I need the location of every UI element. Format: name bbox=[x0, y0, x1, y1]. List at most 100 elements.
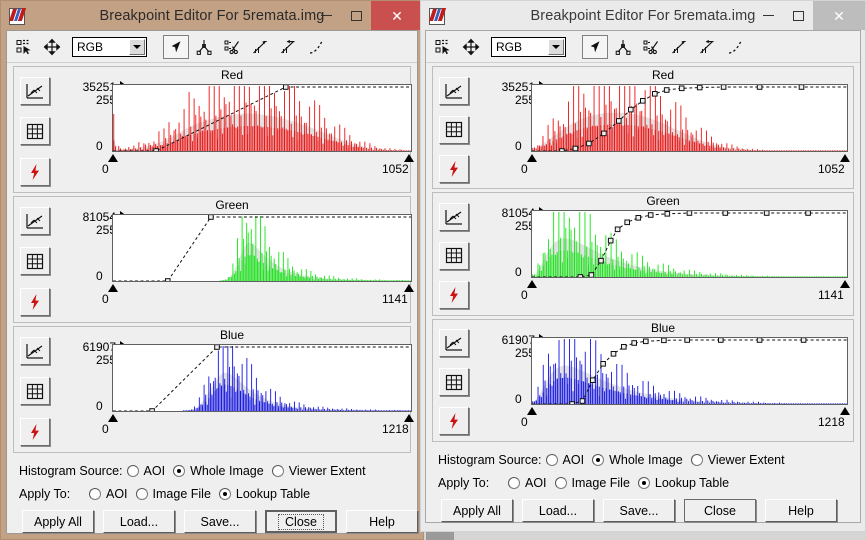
add-breakpoint-icon[interactable] bbox=[191, 34, 217, 59]
line-up-left-icon[interactable] bbox=[694, 34, 720, 59]
save-button[interactable]: Save... bbox=[603, 499, 675, 522]
table-grid-icon[interactable] bbox=[20, 247, 50, 276]
x-min-label: 0 bbox=[102, 162, 109, 176]
line-up-left-icon[interactable] bbox=[275, 34, 301, 59]
lightning-bolt-icon[interactable] bbox=[20, 417, 50, 446]
lightning-bolt-icon[interactable] bbox=[20, 157, 50, 186]
histogram-plot[interactable] bbox=[112, 84, 412, 152]
graph-curve-icon[interactable] bbox=[439, 202, 469, 231]
line-up-right-icon[interactable] bbox=[247, 34, 273, 59]
dashed-curve-icon[interactable] bbox=[722, 34, 748, 59]
radio-label: Viewer Extent bbox=[707, 452, 785, 467]
apply-all-button[interactable]: Apply All bbox=[441, 499, 513, 522]
graph-curve-icon[interactable] bbox=[20, 77, 50, 106]
window-breakpoint-editor-active[interactable]: Breakpoint Editor For 5remata.img ✕ RGB … bbox=[0, 0, 424, 540]
close-dialog-button[interactable]: Close bbox=[684, 499, 756, 522]
lightning-bolt-icon[interactable] bbox=[439, 407, 469, 436]
move-arrows-icon[interactable] bbox=[39, 34, 65, 59]
scissors-cut-icon[interactable] bbox=[219, 34, 245, 59]
chevron-down-icon[interactable] bbox=[129, 38, 145, 55]
radio-label: Image File bbox=[571, 475, 630, 490]
close-button[interactable]: ✕ bbox=[371, 1, 423, 30]
histogram-panels: Red 35251 255 0 0 1052 Green 81054 255 0… bbox=[426, 63, 860, 442]
lightning-bolt-icon[interactable] bbox=[439, 281, 469, 310]
minimize-button[interactable] bbox=[311, 1, 341, 30]
line-up-right-icon[interactable] bbox=[666, 34, 692, 59]
x-min-handle[interactable] bbox=[527, 154, 537, 162]
x-min-handle[interactable] bbox=[108, 284, 118, 292]
table-grid-icon[interactable] bbox=[439, 241, 469, 270]
radio-apply-to-image-file[interactable]: Image File bbox=[554, 475, 630, 490]
x-min-handle[interactable] bbox=[527, 406, 537, 415]
band-select[interactable]: RGB bbox=[72, 36, 147, 57]
x-max-handle[interactable] bbox=[840, 280, 850, 289]
histogram-plot[interactable] bbox=[112, 214, 412, 282]
dashed-curve-icon[interactable] bbox=[303, 34, 329, 59]
x-min-handle[interactable] bbox=[527, 280, 537, 289]
apply-to-label: Apply To: bbox=[438, 475, 490, 490]
horizontal-scrollbar[interactable] bbox=[424, 532, 866, 540]
graph-curve-icon[interactable] bbox=[439, 329, 469, 358]
select-region-icon[interactable] bbox=[11, 34, 37, 59]
help-button[interactable]: Help bbox=[765, 499, 837, 522]
histogram-plot[interactable] bbox=[112, 344, 412, 412]
maximize-button[interactable] bbox=[783, 1, 813, 30]
table-grid-icon[interactable] bbox=[439, 368, 469, 397]
x-min-handle[interactable] bbox=[108, 154, 118, 162]
radio-histogram-source-viewer-extent[interactable]: Viewer Extent bbox=[690, 452, 785, 467]
arrow-pointer-icon[interactable] bbox=[163, 34, 189, 59]
move-arrows-icon[interactable] bbox=[458, 34, 484, 59]
radio-histogram-source-whole-image[interactable]: Whole Image bbox=[592, 453, 683, 467]
load-button[interactable]: Load... bbox=[103, 510, 175, 533]
panel-sidebar bbox=[433, 320, 483, 441]
save-button[interactable]: Save... bbox=[184, 510, 256, 533]
chevron-down-icon[interactable] bbox=[548, 38, 564, 55]
radio-apply-to-aoi[interactable]: AOI bbox=[89, 487, 128, 501]
scissors-cut-icon[interactable] bbox=[638, 34, 664, 59]
graph-curve-icon[interactable] bbox=[20, 337, 50, 366]
y-max-label: 61907 bbox=[501, 332, 535, 347]
x-max-handle[interactable] bbox=[404, 414, 414, 422]
table-grid-icon[interactable] bbox=[439, 115, 469, 144]
help-button[interactable]: Help bbox=[346, 510, 418, 533]
close-button[interactable]: ✕ bbox=[813, 1, 865, 30]
plot-area-green: Green 81054 255 0 0 1141 bbox=[483, 193, 853, 314]
lightning-bolt-icon[interactable] bbox=[439, 154, 469, 183]
x-max-handle[interactable] bbox=[404, 154, 414, 162]
table-grid-icon[interactable] bbox=[20, 117, 50, 146]
x-max-handle[interactable] bbox=[404, 284, 414, 292]
radio-histogram-source-aoi[interactable]: AOI bbox=[126, 464, 165, 478]
table-grid-icon[interactable] bbox=[20, 377, 50, 406]
radio-apply-to-lookup-table[interactable]: Lookup Table bbox=[218, 487, 310, 501]
radio-apply-to-aoi[interactable]: AOI bbox=[508, 476, 547, 490]
radio-histogram-source-viewer-extent[interactable]: Viewer Extent bbox=[271, 464, 366, 478]
x-min-handle[interactable] bbox=[108, 414, 118, 422]
histogram-plot[interactable] bbox=[531, 84, 848, 152]
radio-histogram-source-aoi[interactable]: AOI bbox=[545, 453, 584, 467]
titlebar[interactable]: Breakpoint Editor For 5remata.img ✕ bbox=[421, 1, 865, 30]
radio-apply-to-lookup-table[interactable]: Lookup Table bbox=[637, 476, 729, 490]
graph-curve-icon[interactable] bbox=[439, 76, 469, 105]
load-button[interactable]: Load... bbox=[522, 499, 594, 522]
radio-label: Whole Image bbox=[609, 452, 683, 467]
arrow-pointer-icon[interactable] bbox=[582, 34, 608, 59]
x-max-handle[interactable] bbox=[840, 406, 850, 415]
scrollbar-thumb[interactable] bbox=[426, 532, 454, 540]
graph-curve-icon[interactable] bbox=[20, 207, 50, 236]
band-select[interactable]: RGB bbox=[491, 36, 566, 57]
apply-all-button[interactable]: Apply All bbox=[22, 510, 94, 533]
x-min-label: 0 bbox=[102, 292, 109, 306]
radio-histogram-source-whole-image[interactable]: Whole Image bbox=[173, 464, 264, 478]
add-breakpoint-icon[interactable] bbox=[610, 34, 636, 59]
select-region-icon[interactable] bbox=[430, 34, 456, 59]
histogram-plot[interactable] bbox=[531, 336, 848, 405]
x-max-handle[interactable] bbox=[840, 154, 850, 162]
window-breakpoint-editor-inactive[interactable]: Breakpoint Editor For 5remata.img ✕ RGB … bbox=[420, 0, 866, 532]
histogram-plot[interactable] bbox=[531, 210, 848, 279]
titlebar[interactable]: Breakpoint Editor For 5remata.img ✕ bbox=[1, 1, 423, 30]
minimize-button[interactable] bbox=[753, 1, 783, 30]
maximize-button[interactable] bbox=[341, 1, 371, 30]
lightning-bolt-icon[interactable] bbox=[20, 287, 50, 316]
radio-apply-to-image-file[interactable]: Image File bbox=[135, 487, 211, 501]
close-dialog-button[interactable]: Close bbox=[265, 510, 337, 533]
